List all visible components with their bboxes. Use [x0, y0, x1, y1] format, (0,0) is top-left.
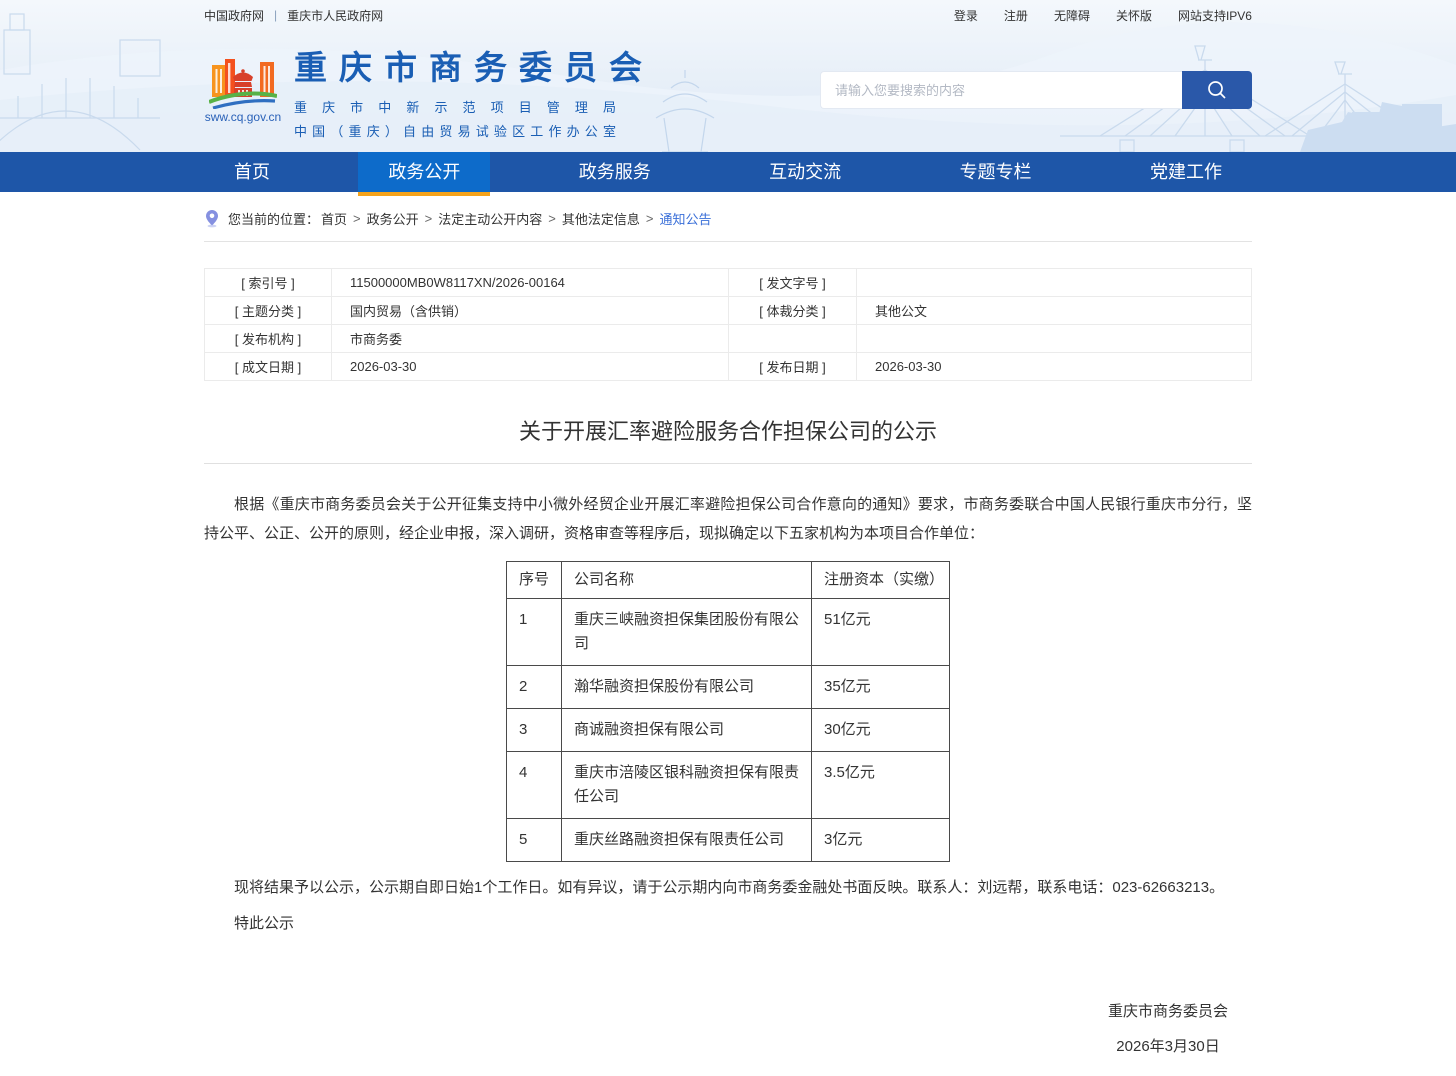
meta-label: [ 发文字号 ] — [729, 269, 857, 297]
article-paragraph-contact: 现将结果予以公示，公示期自即日始1个工作日。如有异议，请于公示期内向市商务委金融… — [204, 873, 1252, 902]
meta-row-topic-category: [ 主题分类 ] 国内贸易（含供销） [ 体裁分类 ] 其他公文 — [205, 297, 1252, 325]
column-header-company-name: 公司名称 — [562, 562, 812, 599]
site-title-block: 重庆市商务委员会 重庆市中新示范项目管理局 中国（重庆）自由贸易试验区工作办公室 — [294, 41, 654, 140]
breadcrumb-separator: > — [548, 211, 556, 226]
site-subtitle-2: 中国（重庆）自由贸易试验区工作办公室 — [294, 121, 616, 140]
nav-item-gov-services[interactable]: 政务服务 — [549, 152, 681, 192]
meta-value-topic-category: 国内贸易（含供销） — [332, 297, 729, 325]
table-row: 3 商诚融资担保有限公司 30亿元 — [507, 709, 950, 752]
meta-value-issuing-agency: 市商务委 — [332, 325, 729, 353]
search-box — [820, 71, 1252, 109]
cell-capital: 35亿元 — [812, 666, 950, 709]
table-row: 2 瀚华融资担保股份有限公司 35亿元 — [507, 666, 950, 709]
search-icon — [1205, 78, 1229, 102]
cell-capital: 30亿元 — [812, 709, 950, 752]
nav-item-gov-info-disclosure[interactable]: 政务公开 — [358, 152, 490, 192]
site-url: sww.cq.gov.cn — [205, 110, 281, 124]
site-subtitle-1: 重庆市中新示范项目管理局 — [294, 97, 616, 116]
login-link[interactable]: 登录 — [954, 7, 978, 24]
cell-capital: 51亿元 — [812, 599, 950, 666]
nav-item-home[interactable]: 首页 — [204, 152, 300, 192]
cell-index: 4 — [507, 752, 562, 819]
search-button[interactable] — [1182, 71, 1252, 109]
register-link[interactable]: 注册 — [1004, 7, 1028, 24]
search-input[interactable] — [820, 71, 1182, 109]
topbar-separator: | — [274, 8, 277, 22]
location-pin-icon — [204, 209, 220, 228]
main-content: 您当前的位置： 首页 > 政务公开 > 法定主动公开内容 > 其他法定信息 > … — [0, 196, 1456, 1076]
breadcrumb-prefix: 您当前的位置： — [228, 209, 319, 228]
site-name: 重庆市商务委员会 — [294, 41, 654, 89]
column-header-index: 序号 — [507, 562, 562, 599]
meta-value-doc-number — [857, 269, 1252, 297]
document-title: 关于开展汇率避险服务合作担保公司的公示 — [204, 414, 1252, 446]
breadcrumb-statutory-disclosure[interactable]: 法定主动公开内容 — [438, 209, 542, 228]
cell-company-name: 重庆三峡融资担保集团股份有限公司 — [562, 599, 812, 666]
meta-label: [ 发布日期 ] — [729, 353, 857, 381]
nav-item-interaction[interactable]: 互动交流 — [739, 152, 871, 192]
table-row: 1 重庆三峡融资担保集团股份有限公司 51亿元 — [507, 599, 950, 666]
link-chongqing-gov[interactable]: 重庆市人民政府网 — [287, 7, 383, 24]
cell-company-name: 商诚融资担保有限公司 — [562, 709, 812, 752]
meta-row-issuing-agency: [ 发布机构 ] 市商务委 — [205, 325, 1252, 353]
site-header: sww.cq.gov.cn 重庆市商务委员会 重庆市中新示范项目管理局 中国（重… — [204, 30, 1252, 150]
topbar: 中国政府网 | 重庆市人民政府网 登录 注册 无障碍 关怀版 网站支持IPV6 — [0, 0, 1456, 30]
meta-value-empty — [857, 325, 1252, 353]
breadcrumb-separator: > — [646, 211, 654, 226]
meta-value-publish-date: 2026-03-30 — [857, 353, 1252, 381]
breadcrumb: 您当前的位置： 首页 > 政务公开 > 法定主动公开内容 > 其他法定信息 > … — [204, 196, 1252, 242]
site-logo-icon — [209, 57, 277, 109]
table-row: 4 重庆市涪陵区银科融资担保有限责任公司 3.5亿元 — [507, 752, 950, 819]
cell-company-name: 重庆丝路融资担保有限责任公司 — [562, 819, 812, 862]
table-row: 5 重庆丝路融资担保有限责任公司 3亿元 — [507, 819, 950, 862]
cell-company-name: 重庆市涪陵区银科融资担保有限责任公司 — [562, 752, 812, 819]
breadcrumb-separator: > — [425, 211, 433, 226]
signature-block: 重庆市商务委员会 2026年3月30日 — [1098, 1000, 1238, 1056]
meta-label-empty — [729, 325, 857, 353]
meta-value-written-date: 2026-03-30 — [332, 353, 729, 381]
breadcrumb-separator: > — [353, 211, 361, 226]
cell-index: 5 — [507, 819, 562, 862]
article-paragraph-closing: 特此公示 — [204, 909, 1252, 938]
meta-row-index-number: [ 索引号 ] 11500000MB0W8117XN/2026-00164 [ … — [205, 269, 1252, 297]
senior-mode-link[interactable]: 关怀版 — [1116, 7, 1152, 24]
title-divider — [204, 463, 1252, 464]
meta-label: [ 体裁分类 ] — [729, 297, 857, 325]
meta-label: [ 发布机构 ] — [205, 325, 332, 353]
document-meta-table: [ 索引号 ] 11500000MB0W8117XN/2026-00164 [ … — [204, 268, 1252, 381]
breadcrumb-gov-info[interactable]: 政务公开 — [367, 209, 419, 228]
table-header-row: 序号 公司名称 注册资本（实缴） — [507, 562, 950, 599]
meta-row-dates: [ 成文日期 ] 2026-03-30 [ 发布日期 ] 2026-03-30 — [205, 353, 1252, 381]
ipv6-link[interactable]: 网站支持IPV6 — [1178, 7, 1252, 24]
meta-label: [ 成文日期 ] — [205, 353, 332, 381]
guarantee-companies-table: 序号 公司名称 注册资本（实缴） 1 重庆三峡融资担保集团股份有限公司 51亿元… — [506, 561, 950, 862]
cell-index: 3 — [507, 709, 562, 752]
page-header-area: 中国政府网 | 重庆市人民政府网 登录 注册 无障碍 关怀版 网站支持IPV6 — [0, 0, 1456, 152]
meta-value-genre-category: 其他公文 — [857, 297, 1252, 325]
meta-value-index-number: 11500000MB0W8117XN/2026-00164 — [332, 269, 729, 297]
cell-index: 2 — [507, 666, 562, 709]
site-logo: sww.cq.gov.cn — [204, 57, 282, 124]
topbar-left-links: 中国政府网 | 重庆市人民政府网 — [204, 7, 393, 24]
signature-agency: 重庆市商务委员会 — [1098, 1000, 1238, 1021]
article-paragraph-intro: 根据《重庆市商务委员会关于公开征集支持中小微外经贸企业开展汇率避险担保公司合作意… — [204, 490, 1252, 548]
meta-label: [ 索引号 ] — [205, 269, 332, 297]
cell-index: 1 — [507, 599, 562, 666]
nav-item-special-topics[interactable]: 专题专栏 — [930, 152, 1062, 192]
link-china-gov[interactable]: 中国政府网 — [204, 7, 264, 24]
cell-capital: 3.5亿元 — [812, 752, 950, 819]
topbar-right-links: 登录 注册 无障碍 关怀版 网站支持IPV6 — [928, 7, 1252, 24]
cell-company-name: 瀚华融资担保股份有限公司 — [562, 666, 812, 709]
accessibility-link[interactable]: 无障碍 — [1054, 7, 1090, 24]
breadcrumb-notices[interactable]: 通知公告 — [659, 209, 711, 228]
column-header-registered-capital: 注册资本（实缴） — [812, 562, 950, 599]
main-nav: 首页 政务公开 政务服务 互动交流 专题专栏 党建工作 — [0, 152, 1456, 192]
cell-capital: 3亿元 — [812, 819, 950, 862]
meta-label: [ 主题分类 ] — [205, 297, 332, 325]
breadcrumb-other-statutory-info[interactable]: 其他法定信息 — [562, 209, 640, 228]
signature-date: 2026年3月30日 — [1098, 1035, 1238, 1056]
nav-item-party-building[interactable]: 党建工作 — [1120, 152, 1252, 192]
breadcrumb-home[interactable]: 首页 — [321, 209, 347, 228]
